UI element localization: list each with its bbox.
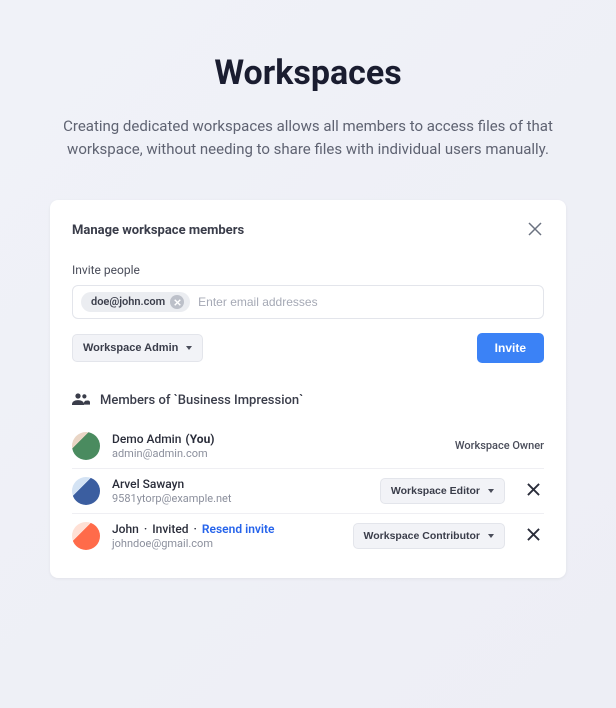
invite-actions-row: Workspace Admin Invite	[72, 333, 544, 363]
chip-remove-button[interactable]	[170, 295, 184, 309]
member-name-text: Demo Admin	[112, 432, 181, 446]
remove-member-button[interactable]	[523, 524, 544, 548]
avatar	[72, 432, 100, 460]
resend-invite-link[interactable]: Resend invite	[202, 522, 275, 536]
chevron-down-icon	[488, 534, 494, 538]
members-modal: Manage workspace members Invite people d…	[50, 200, 566, 578]
member-name: Demo Admin (You)	[112, 432, 443, 446]
invite-email-input[interactable]	[198, 295, 535, 309]
you-tag: (You)	[185, 432, 214, 446]
avatar	[72, 477, 100, 505]
member-info: Demo Admin (You) admin@admin.com	[112, 432, 443, 460]
avatar	[72, 522, 100, 550]
invite-label: Invite people	[72, 263, 544, 277]
member-name-text: Arvel Sawayn	[112, 477, 184, 491]
member-email: johndoe@gmail.com	[112, 537, 341, 550]
close-icon	[528, 224, 542, 239]
invited-tag: Invited	[152, 522, 188, 536]
member-role-label: Workspace Editor	[391, 485, 480, 497]
member-role-dropdown[interactable]: Workspace Editor	[380, 478, 505, 504]
member-email: admin@admin.com	[112, 447, 443, 460]
member-name: Arvel Sawayn	[112, 477, 368, 491]
dot-separator: ·	[194, 522, 197, 536]
close-icon	[527, 484, 540, 499]
invite-input-wrap[interactable]: doe@john.com	[72, 285, 544, 319]
people-icon	[72, 391, 90, 410]
members-header: Members of `Business Impression`	[72, 391, 544, 410]
member-row: John · Invited · Resend invite johndoe@g…	[72, 513, 544, 558]
chevron-down-icon	[186, 346, 192, 350]
member-info: Arvel Sawayn 9581ytorp@example.net	[112, 477, 368, 505]
chip-email-text: doe@john.com	[91, 295, 165, 308]
close-button[interactable]	[526, 220, 544, 241]
member-name: John · Invited · Resend invite	[112, 522, 341, 536]
remove-member-button[interactable]	[523, 479, 544, 503]
page-title: Workspaces	[0, 53, 616, 93]
dot-separator: ·	[144, 522, 147, 536]
page-description: Creating dedicated workspaces allows all…	[43, 115, 573, 162]
member-role-label: Workspace Contributor	[364, 530, 480, 542]
member-email: 9581ytorp@example.net	[112, 492, 368, 505]
member-name-text: John	[112, 522, 139, 536]
members-heading: Members of `Business Impression`	[100, 393, 303, 408]
close-icon	[174, 294, 181, 309]
member-info: John · Invited · Resend invite johndoe@g…	[112, 522, 341, 550]
modal-title: Manage workspace members	[72, 223, 244, 238]
member-role-dropdown[interactable]: Workspace Contributor	[353, 523, 505, 549]
modal-header: Manage workspace members	[72, 220, 544, 241]
chevron-down-icon	[488, 489, 494, 493]
role-dropdown[interactable]: Workspace Admin	[72, 334, 203, 362]
owner-label: Workspace Owner	[455, 439, 544, 452]
member-row: Demo Admin (You) admin@admin.com Workspa…	[72, 424, 544, 468]
email-chip: doe@john.com	[81, 292, 190, 312]
invite-button[interactable]: Invite	[477, 333, 544, 363]
member-row: Arvel Sawayn 9581ytorp@example.net Works…	[72, 468, 544, 513]
close-icon	[527, 529, 540, 544]
role-dropdown-label: Workspace Admin	[83, 342, 178, 354]
